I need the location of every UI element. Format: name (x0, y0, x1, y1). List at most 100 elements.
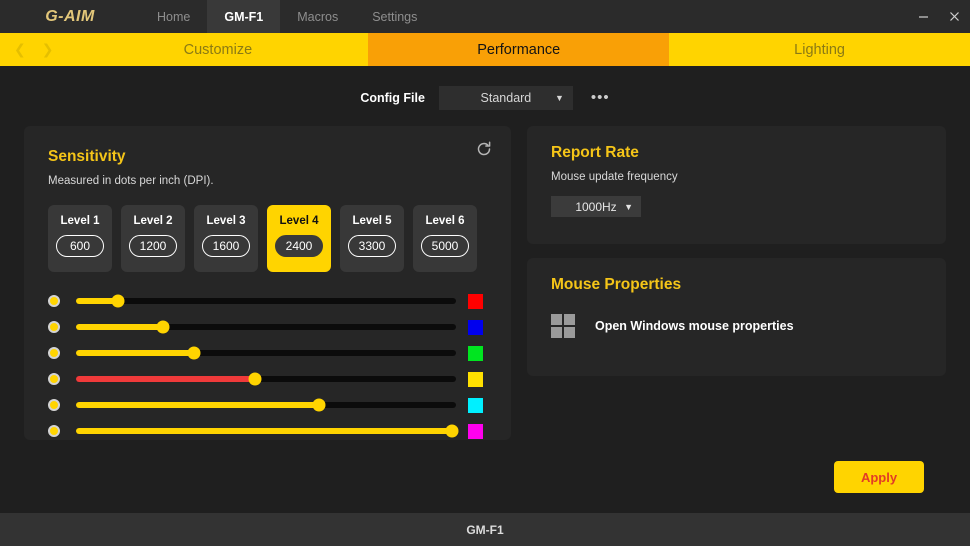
slider-fill (76, 402, 320, 408)
dpi-level-name: Level 5 (352, 215, 392, 227)
report-rate-select[interactable]: 1000Hz ▼ (551, 196, 641, 217)
chevron-left-icon[interactable]: ❮ (14, 43, 26, 57)
slider-indicator-dot[interactable] (48, 373, 60, 385)
sensitivity-title: Sensitivity (48, 148, 126, 165)
dpi-sliders (48, 293, 487, 439)
content-area: Config File Standard ▼ ••• Sensitivity M… (0, 66, 970, 513)
dpi-level-value[interactable]: 3300 (348, 235, 396, 257)
slider-track[interactable] (76, 320, 456, 334)
app-logo: G-AIM (45, 7, 95, 25)
dpi-level-name: Level 2 (133, 215, 173, 227)
slider-indicator-dot[interactable] (48, 295, 60, 307)
apply-button[interactable]: Apply (834, 461, 924, 493)
slider-track[interactable] (76, 294, 456, 308)
slider-color-swatch[interactable] (468, 319, 483, 335)
application-window: G-AIM Home GM-F1 Macros Settings ❮ ❯ Cus… (0, 0, 970, 546)
minimize-icon[interactable] (908, 0, 939, 33)
main-nav-tabs: Home GM-F1 Macros Settings (140, 0, 434, 33)
dpi-levels: Level 1 600 Level 2 1200 Level 3 1600 Le… (48, 205, 487, 272)
slider-handle[interactable] (248, 372, 262, 386)
dpi-slider-row-6 (48, 423, 487, 439)
tab-lighting[interactable]: Lighting (669, 33, 970, 66)
nav-tab-gm-f1[interactable]: GM-F1 (207, 0, 281, 33)
nav-tab-settings[interactable]: Settings (355, 0, 434, 33)
report-rate-panel: Report Rate Mouse update frequency 1000H… (527, 126, 946, 244)
mouse-properties-link-label: Open Windows mouse properties (595, 319, 794, 333)
config-more-options-button[interactable]: ••• (591, 90, 610, 105)
slider-handle[interactable] (187, 346, 201, 360)
dpi-level-6[interactable]: Level 6 5000 (413, 205, 477, 272)
slider-track[interactable] (76, 398, 456, 412)
slider-track[interactable] (76, 372, 456, 386)
dpi-level-value[interactable]: 5000 (421, 235, 469, 257)
slider-color-swatch[interactable] (468, 293, 483, 309)
close-icon[interactable] (939, 0, 970, 33)
slider-fill (76, 376, 255, 382)
mouse-properties-panel: Mouse Properties Open Windows mouse prop… (527, 258, 946, 376)
sensitivity-panel: Sensitivity Measured in dots per inch (D… (24, 126, 511, 440)
refresh-icon[interactable] (475, 140, 493, 158)
slider-handle[interactable] (156, 320, 170, 334)
slider-handle[interactable] (111, 294, 125, 308)
slider-track[interactable] (76, 424, 459, 438)
config-file-value: Standard (480, 91, 532, 105)
report-rate-title: Report Rate (551, 144, 639, 161)
sensitivity-subtitle: Measured in dots per inch (DPI). (48, 175, 214, 187)
dpi-slider-row-2 (48, 319, 487, 335)
status-bar: GM-F1 (0, 513, 970, 546)
dpi-level-4[interactable]: Level 4 2400 (267, 205, 331, 272)
chevron-down-icon: ▼ (554, 93, 564, 103)
tab-performance[interactable]: Performance (368, 33, 670, 66)
nav-tab-macros[interactable]: Macros (280, 0, 355, 33)
slider-indicator-dot[interactable] (48, 347, 60, 359)
dpi-level-name: Level 1 (60, 215, 100, 227)
slider-color-swatch[interactable] (468, 371, 483, 387)
dpi-level-value[interactable]: 1600 (202, 235, 250, 257)
dpi-level-name: Level 6 (425, 215, 465, 227)
slider-track[interactable] (76, 346, 456, 360)
dpi-level-2[interactable]: Level 2 1200 (121, 205, 185, 272)
nav-tab-home[interactable]: Home (140, 0, 207, 33)
config-file-row: Config File Standard ▼ ••• (0, 86, 970, 110)
dpi-level-value[interactable]: 1200 (129, 235, 177, 257)
dpi-level-1[interactable]: Level 1 600 (48, 205, 112, 272)
config-file-label: Config File (360, 91, 425, 105)
open-windows-mouse-properties-link[interactable]: Open Windows mouse properties (551, 314, 922, 338)
dpi-level-name: Level 3 (206, 215, 246, 227)
chevron-right-icon[interactable]: ❯ (42, 43, 54, 57)
slider-color-swatch[interactable] (468, 423, 483, 439)
status-bar-label: GM-F1 (466, 522, 504, 537)
title-bar: G-AIM Home GM-F1 Macros Settings (0, 0, 970, 33)
section-tab-bar: ❮ ❯ Customize Performance Lighting (0, 33, 970, 66)
window-controls (908, 0, 970, 33)
chevron-down-icon: ▼ (624, 201, 633, 212)
dpi-slider-row-4 (48, 371, 487, 387)
right-column: Report Rate Mouse update frequency 1000H… (527, 126, 946, 440)
slider-fill (76, 324, 164, 330)
slider-indicator-dot[interactable] (48, 399, 60, 411)
slider-color-swatch[interactable] (468, 345, 483, 361)
dpi-slider-row-1 (48, 293, 487, 309)
dpi-slider-row-3 (48, 345, 487, 361)
dpi-level-5[interactable]: Level 5 3300 (340, 205, 404, 272)
section-nav-arrows: ❮ ❯ (0, 33, 67, 66)
slider-handle[interactable] (445, 424, 459, 438)
config-file-select[interactable]: Standard ▼ (438, 86, 573, 110)
dpi-level-name: Level 4 (279, 215, 319, 227)
dpi-slider-row-5 (48, 397, 487, 413)
dpi-level-3[interactable]: Level 3 1600 (194, 205, 258, 272)
dpi-level-value[interactable]: 600 (56, 235, 104, 257)
panels-container: Sensitivity Measured in dots per inch (D… (24, 126, 946, 440)
report-rate-subtitle: Mouse update frequency (551, 171, 678, 183)
slider-indicator-dot[interactable] (48, 321, 60, 333)
slider-color-swatch[interactable] (468, 397, 483, 413)
section-tabs: Customize Performance Lighting (67, 33, 970, 66)
slider-fill (76, 428, 453, 434)
report-rate-value: 1000Hz (575, 199, 617, 214)
slider-handle[interactable] (312, 398, 326, 412)
dpi-level-value[interactable]: 2400 (275, 235, 323, 257)
windows-icon (551, 314, 575, 338)
slider-indicator-dot[interactable] (48, 425, 60, 437)
tab-customize[interactable]: Customize (67, 33, 368, 66)
slider-fill (76, 350, 194, 356)
